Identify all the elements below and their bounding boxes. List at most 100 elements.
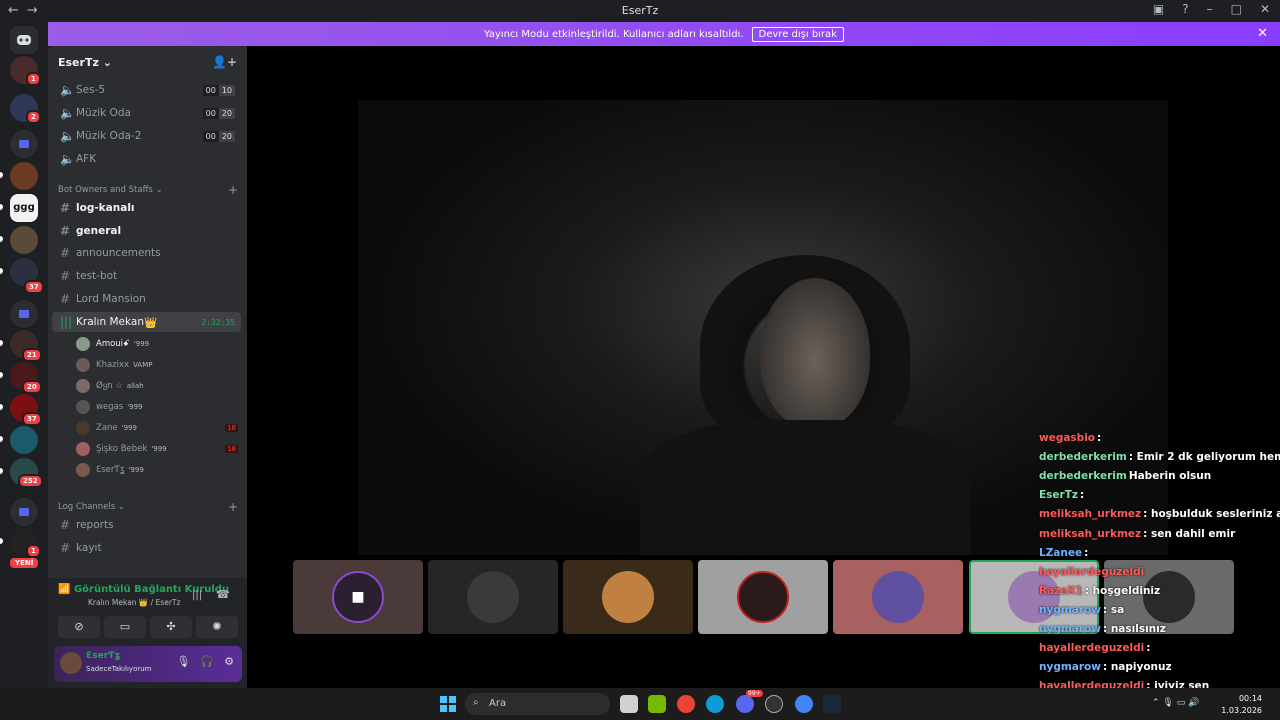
text-channel[interactable]: # test-bot — [52, 266, 241, 286]
voice-channel[interactable]: 🔈 AFK — [52, 149, 241, 169]
screen-share-button[interactable]: ▭ — [104, 616, 146, 638]
minimize-button[interactable]: – — [1207, 2, 1213, 16]
text-channel[interactable]: # reports — [52, 515, 241, 535]
participant-tile[interactable]: ■ — [293, 560, 423, 634]
participant-tile[interactable] — [563, 560, 693, 634]
voice-user[interactable]: wegas '999 — [76, 397, 242, 417]
nvidia-icon[interactable] — [648, 695, 666, 713]
guild-header[interactable]: EserTz ⌄ 👤+ — [48, 46, 247, 78]
speaker-icon: 🔈 — [60, 129, 75, 143]
server-icon[interactable] — [10, 162, 38, 190]
speaker-icon: 🔈 — [60, 152, 75, 166]
unread-indicator — [0, 404, 3, 410]
add-channel-icon[interactable]: + — [228, 183, 238, 197]
discord-home-icon[interactable] — [10, 26, 38, 54]
category-header[interactable]: Bot Owners and Staffs ⌄ + — [58, 183, 238, 197]
text-channel[interactable]: # kayıt — [52, 538, 241, 558]
unread-indicator — [0, 340, 3, 346]
invite-icon[interactable]: 👤+ — [212, 55, 237, 69]
category-header[interactable]: Log Channels ⌄ + — [58, 500, 238, 514]
disconnect-icon[interactable]: ☎ — [216, 588, 230, 601]
connection-status: 📶 Görüntülü Bağlantı Kuruldu — [58, 584, 230, 595]
microphone-icon[interactable]: 🎙 — [176, 655, 190, 668]
taskbar-search[interactable]: ⌕ Ara — [465, 693, 610, 715]
chat-message: EserTz: — [1039, 489, 1084, 501]
text-channel[interactable]: # general — [52, 221, 241, 241]
close-banner-icon[interactable]: ✕ — [1257, 26, 1268, 41]
voice-user[interactable]: Øყn ☆ allah — [76, 376, 242, 396]
chat-text: : — [1146, 642, 1151, 654]
signal-icon: 📶 — [58, 584, 74, 595]
help-icon[interactable]: ? — [1182, 2, 1188, 16]
voice-channel[interactable]: 🔈 Ses-5 00 10 — [52, 80, 241, 100]
voice-user[interactable]: ƐserƬʓ '999 — [76, 460, 242, 480]
chat-text: Haberin olsun — [1128, 470, 1212, 482]
server-icon[interactable] — [10, 226, 38, 254]
edge-icon[interactable] — [706, 695, 724, 713]
voice-channel[interactable]: 🔈 Müzik Oda 00 20 — [52, 103, 241, 123]
activities-button[interactable]: ✣ — [150, 616, 192, 638]
voice-timer: 2:32:35 — [201, 317, 235, 327]
chat-username: meliksah_urkmez — [1039, 508, 1142, 520]
app-icon[interactable] — [765, 695, 783, 713]
inbox-icon[interactable]: ▣ — [1153, 2, 1164, 16]
chat-text: : sen dahil emir — [1143, 528, 1236, 540]
noise-suppression-icon[interactable]: ||| — [192, 590, 202, 601]
crown-icon: 👑 — [143, 316, 158, 329]
connection-location[interactable]: Kralın Mekan 👑 / EserTz — [40, 598, 180, 607]
mention-badge: 2 — [26, 110, 41, 124]
voice-channel[interactable]: 🔈 Müzik Oda-2 00 20 — [52, 126, 241, 146]
chevron-down-icon: ⌄ — [102, 56, 112, 69]
mention-badge: 252 — [18, 474, 43, 488]
folder-icon[interactable] — [10, 130, 38, 158]
hash-icon: # — [60, 246, 71, 260]
chrome-icon[interactable] — [795, 695, 813, 713]
maximize-button[interactable]: □ — [1231, 2, 1242, 16]
discord-taskbar-icon[interactable] — [736, 695, 754, 713]
text-channel[interactable]: # announcements — [52, 243, 241, 263]
server-icon[interactable] — [10, 426, 38, 454]
server-icon[interactable]: ggg — [10, 194, 38, 222]
speaker-icon: 🔈 — [60, 83, 75, 97]
windows-start-icon[interactable] — [440, 696, 456, 712]
settings-gear-icon[interactable]: ⚙ — [224, 655, 234, 668]
folder-icon[interactable] — [10, 300, 38, 328]
chat-username: nygmarow — [1039, 661, 1101, 673]
hash-icon: # — [60, 224, 71, 238]
soundboard-button[interactable]: ✺ — [196, 616, 238, 638]
chat-text: : — [1097, 432, 1102, 444]
text-channel[interactable]: # Lord Mansion — [52, 289, 241, 309]
steam-icon[interactable] — [823, 695, 841, 713]
disable-streamer-mode-button[interactable]: Devre dışı bırak — [751, 26, 844, 42]
headphones-icon[interactable]: 🎧 — [200, 655, 214, 668]
avatar — [76, 421, 90, 435]
camera-off-button[interactable]: ⊘ — [58, 616, 100, 638]
chat-message: meliksah_urkmez: sen dahil emir — [1039, 528, 1235, 540]
video-person-torso — [640, 420, 970, 555]
voice-user[interactable]: Zane '999 18 — [76, 418, 242, 438]
clock[interactable]: 00:14 1.03.2026 — [1221, 693, 1262, 717]
participant-tile[interactable] — [833, 560, 963, 634]
unread-indicator — [0, 538, 3, 544]
participant-tile[interactable] — [698, 560, 828, 634]
chat-message: RazeX1: hoşgeldiniz — [1039, 585, 1160, 597]
camera-icon: ■ — [332, 571, 384, 623]
active-voice-channel[interactable]: ||| Kralın Mekan 👑 2:32:35 — [52, 312, 241, 332]
chat-username: EserTz — [1039, 489, 1078, 501]
voice-activity-icon: ||| — [60, 315, 73, 329]
task-view-icon[interactable] — [620, 695, 638, 713]
unread-indicator — [0, 436, 3, 442]
participant-tile[interactable] — [428, 560, 558, 634]
add-channel-icon[interactable]: + — [228, 500, 238, 514]
chrome-icon[interactable] — [677, 695, 695, 713]
voice-user[interactable]: Amouiꗃ '999 — [76, 334, 242, 354]
tray-icons[interactable]: ⌃ 🎙 ▭ 🔊 — [1152, 698, 1199, 708]
voice-user[interactable]: Khazixx VAMP — [76, 355, 242, 375]
voice-user[interactable]: Şişko Bebek '999 18 — [76, 439, 242, 459]
close-window-button[interactable]: ✕ — [1260, 2, 1270, 16]
chat-username: nygmarow — [1039, 623, 1101, 635]
unread-indicator — [0, 372, 3, 378]
folder-icon[interactable] — [10, 498, 38, 526]
avatar[interactable] — [60, 652, 82, 674]
text-channel[interactable]: # log-kanalı — [52, 198, 241, 218]
